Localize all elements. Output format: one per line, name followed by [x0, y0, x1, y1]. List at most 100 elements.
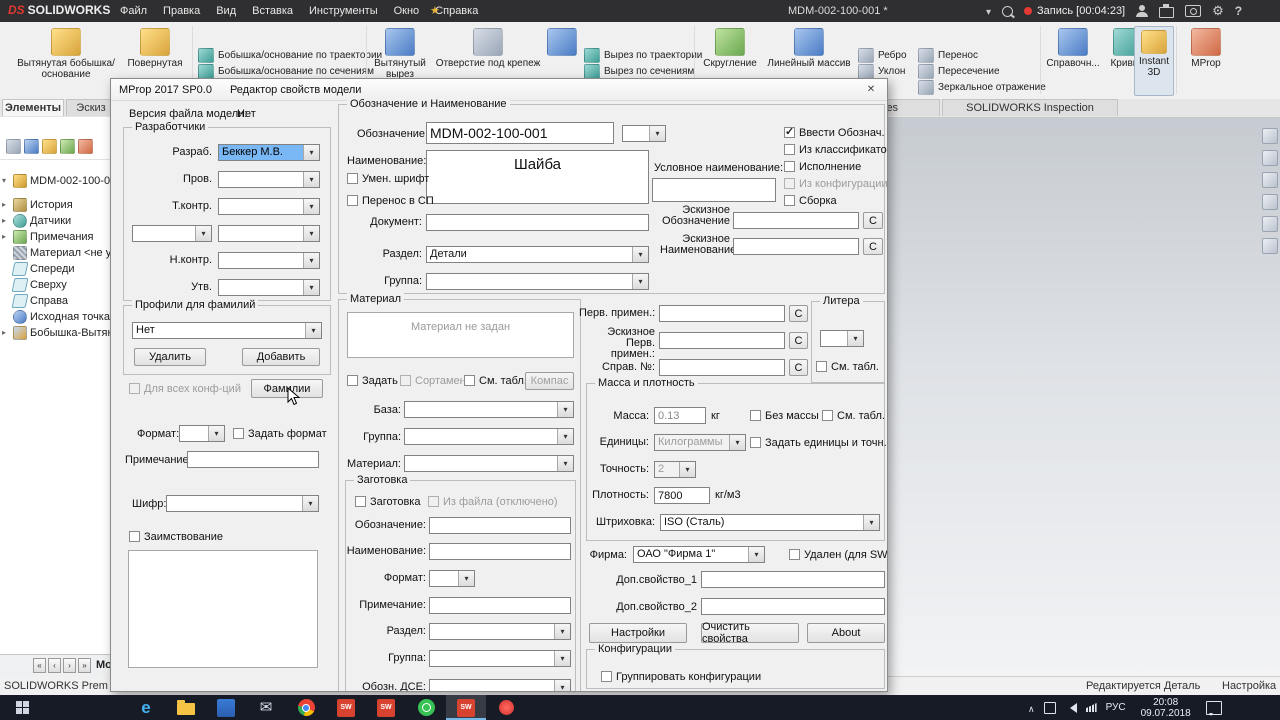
fillet-button[interactable]: Скругление — [698, 28, 762, 69]
chevron-down-icon[interactable] — [557, 429, 573, 444]
group-combo[interactable] — [426, 273, 649, 290]
tree-item-history[interactable]: История — [2, 197, 110, 212]
blank-from-file-checkbox[interactable]: Из файла (отключено) — [428, 495, 558, 508]
section-combo[interactable]: Детали — [426, 246, 649, 263]
tcontrol-combo[interactable] — [218, 198, 320, 215]
chevron-down-icon[interactable] — [303, 253, 319, 268]
tab-scroll-prev-button[interactable]: ‹ — [48, 658, 61, 673]
chevron-down-icon[interactable] — [195, 226, 211, 241]
model-tab[interactable]: Модель — [96, 659, 110, 671]
no-mass-checkbox[interactable]: Без массы — [750, 409, 819, 422]
reference-geometry-button[interactable]: Справочн... — [1044, 28, 1102, 69]
instant3d-toggle[interactable]: Instant 3D — [1134, 26, 1174, 96]
chevron-down-icon[interactable] — [303, 280, 319, 295]
chevron-down-icon[interactable] — [863, 515, 879, 530]
taskbar-whatsapp-button[interactable] — [406, 695, 446, 720]
tab-scroll-next-button[interactable]: › — [63, 658, 76, 673]
taskbar-explorer-button[interactable] — [166, 695, 206, 720]
mprop-button[interactable]: MProp — [1180, 28, 1232, 69]
clock[interactable]: 20:08 09.07.2018 — [1135, 697, 1197, 719]
displaymanager-tab-icon[interactable] — [78, 139, 93, 154]
developer-combo[interactable]: Беккер М.В. — [218, 144, 320, 161]
propertymanager-tab-icon[interactable] — [24, 139, 39, 154]
favorites-star-icon[interactable] — [430, 4, 440, 17]
format-combo[interactable] — [179, 425, 225, 442]
draft-button[interactable]: Уклон — [858, 64, 905, 79]
chevron-down-icon[interactable] — [458, 571, 474, 586]
chevron-down-icon[interactable] — [557, 456, 573, 471]
tree-item-sensors[interactable]: Датчики — [2, 213, 110, 228]
kompas-button[interactable]: Компас — [525, 372, 574, 390]
litera-combo[interactable] — [820, 330, 864, 347]
enter-designation-checkbox[interactable]: Ввести Обознач. — [784, 126, 885, 139]
language-indicator[interactable]: РУС — [1106, 702, 1126, 713]
tree-root-item[interactable]: MDM-002-100-001 — [2, 173, 110, 188]
menu-insert[interactable]: Вставка — [244, 5, 301, 17]
sketch-first-application-input[interactable] — [659, 332, 785, 349]
configurationmanager-tab-icon[interactable] — [42, 139, 57, 154]
tree-item-boss-extrude[interactable]: Бобышка-Вытянуть1 — [2, 325, 110, 340]
tree-item-right-plane[interactable]: Справа — [2, 293, 110, 308]
clear-properties-button[interactable]: Очистить свойства — [701, 623, 799, 643]
blank-designation-input[interactable] — [429, 517, 571, 534]
sketch-name-c-button[interactable]: С — [863, 238, 883, 255]
all-configs-checkbox[interactable]: Для всех конф-ций — [129, 382, 241, 395]
conditional-name-input[interactable] — [652, 178, 776, 202]
chevron-down-icon[interactable] — [632, 274, 648, 289]
network-icon[interactable] — [1086, 703, 1097, 712]
from-config-checkbox[interactable]: Из конфигурации — [784, 177, 888, 190]
user-icon[interactable] — [1136, 5, 1148, 17]
set-material-checkbox[interactable]: Задать — [347, 374, 398, 387]
borrow-checkbox[interactable]: Заимствование — [129, 530, 223, 543]
material-table-checkbox[interactable]: См. табл. — [464, 374, 527, 387]
settings-button[interactable]: Настройки — [589, 623, 687, 643]
transfer-to-bom-checkbox[interactable]: Перенос в СП — [347, 194, 434, 207]
tree-item-material[interactable]: Материал <не указан> — [2, 245, 110, 260]
base-combo[interactable] — [404, 401, 574, 418]
chevron-down-icon[interactable] — [729, 435, 745, 450]
expand-caret-icon[interactable] — [2, 216, 10, 225]
chevron-down-icon[interactable] — [554, 624, 570, 639]
tab-features[interactable]: Элементы — [2, 99, 64, 116]
ncontrol-combo[interactable] — [218, 252, 320, 269]
expand-caret-icon[interactable] — [2, 232, 10, 241]
tab-scroll-first-button[interactable]: « — [33, 658, 46, 673]
tray-app-icon[interactable] — [1044, 702, 1056, 714]
file-explorer-icon[interactable] — [1262, 172, 1278, 188]
chevron-down-icon[interactable] — [303, 226, 319, 241]
first-application-c-button[interactable]: С — [789, 305, 808, 322]
chevron-down-icon[interactable] — [302, 496, 318, 511]
lofted-cut-button[interactable]: Вырез по сечениям — [584, 64, 694, 79]
menu-edit[interactable]: Правка — [155, 5, 208, 17]
chevron-down-icon[interactable] — [303, 145, 319, 160]
chevron-down-icon[interactable] — [748, 547, 764, 562]
taskbar-solidworks2-button[interactable] — [366, 695, 406, 720]
profile-combo[interactable]: Нет — [132, 322, 322, 339]
firm-combo[interactable]: ОАО "Фирма 1" — [633, 546, 765, 563]
intersect-button[interactable]: Пересечение — [918, 64, 1000, 79]
sortament-checkbox[interactable]: Сортамент — [400, 374, 471, 387]
taskbar-app-button[interactable] — [206, 695, 246, 720]
volume-icon[interactable] — [1065, 703, 1077, 713]
mirror-button[interactable]: Зеркальное отражение — [918, 80, 1046, 95]
sketch-designation-c-button[interactable]: С — [863, 212, 883, 229]
taskbar-solidworks-active-button[interactable] — [446, 695, 486, 720]
taskbar-record-button[interactable] — [486, 695, 526, 720]
taskbar-mail-button[interactable] — [246, 695, 286, 720]
hatch-combo[interactable]: ISO (Сталь) — [660, 514, 880, 531]
featuremanager-tab-icon[interactable] — [6, 139, 21, 154]
menu-window[interactable]: Окно — [386, 5, 428, 17]
tree-item-origin[interactable]: Исходная точка — [2, 309, 110, 324]
chevron-down-icon[interactable] — [649, 126, 665, 141]
expand-caret-icon[interactable] — [2, 328, 10, 337]
tab-sketch[interactable]: Эскиз — [66, 99, 116, 116]
density-input[interactable]: 7800 — [654, 487, 710, 504]
from-classifier-checkbox[interactable]: Из классификатора — [784, 143, 888, 156]
action-center-icon[interactable] — [1206, 701, 1222, 715]
chevron-down-icon[interactable] — [303, 199, 319, 214]
name-input[interactable]: Шайба — [426, 150, 649, 204]
group-configurations-checkbox[interactable]: Группировать конфигурации — [601, 670, 761, 683]
reference-number-c-button[interactable]: С — [789, 359, 808, 376]
deleted-for-swr-checkbox[interactable]: Удален (для SWR) — [789, 548, 888, 561]
about-button[interactable]: About — [807, 623, 885, 643]
